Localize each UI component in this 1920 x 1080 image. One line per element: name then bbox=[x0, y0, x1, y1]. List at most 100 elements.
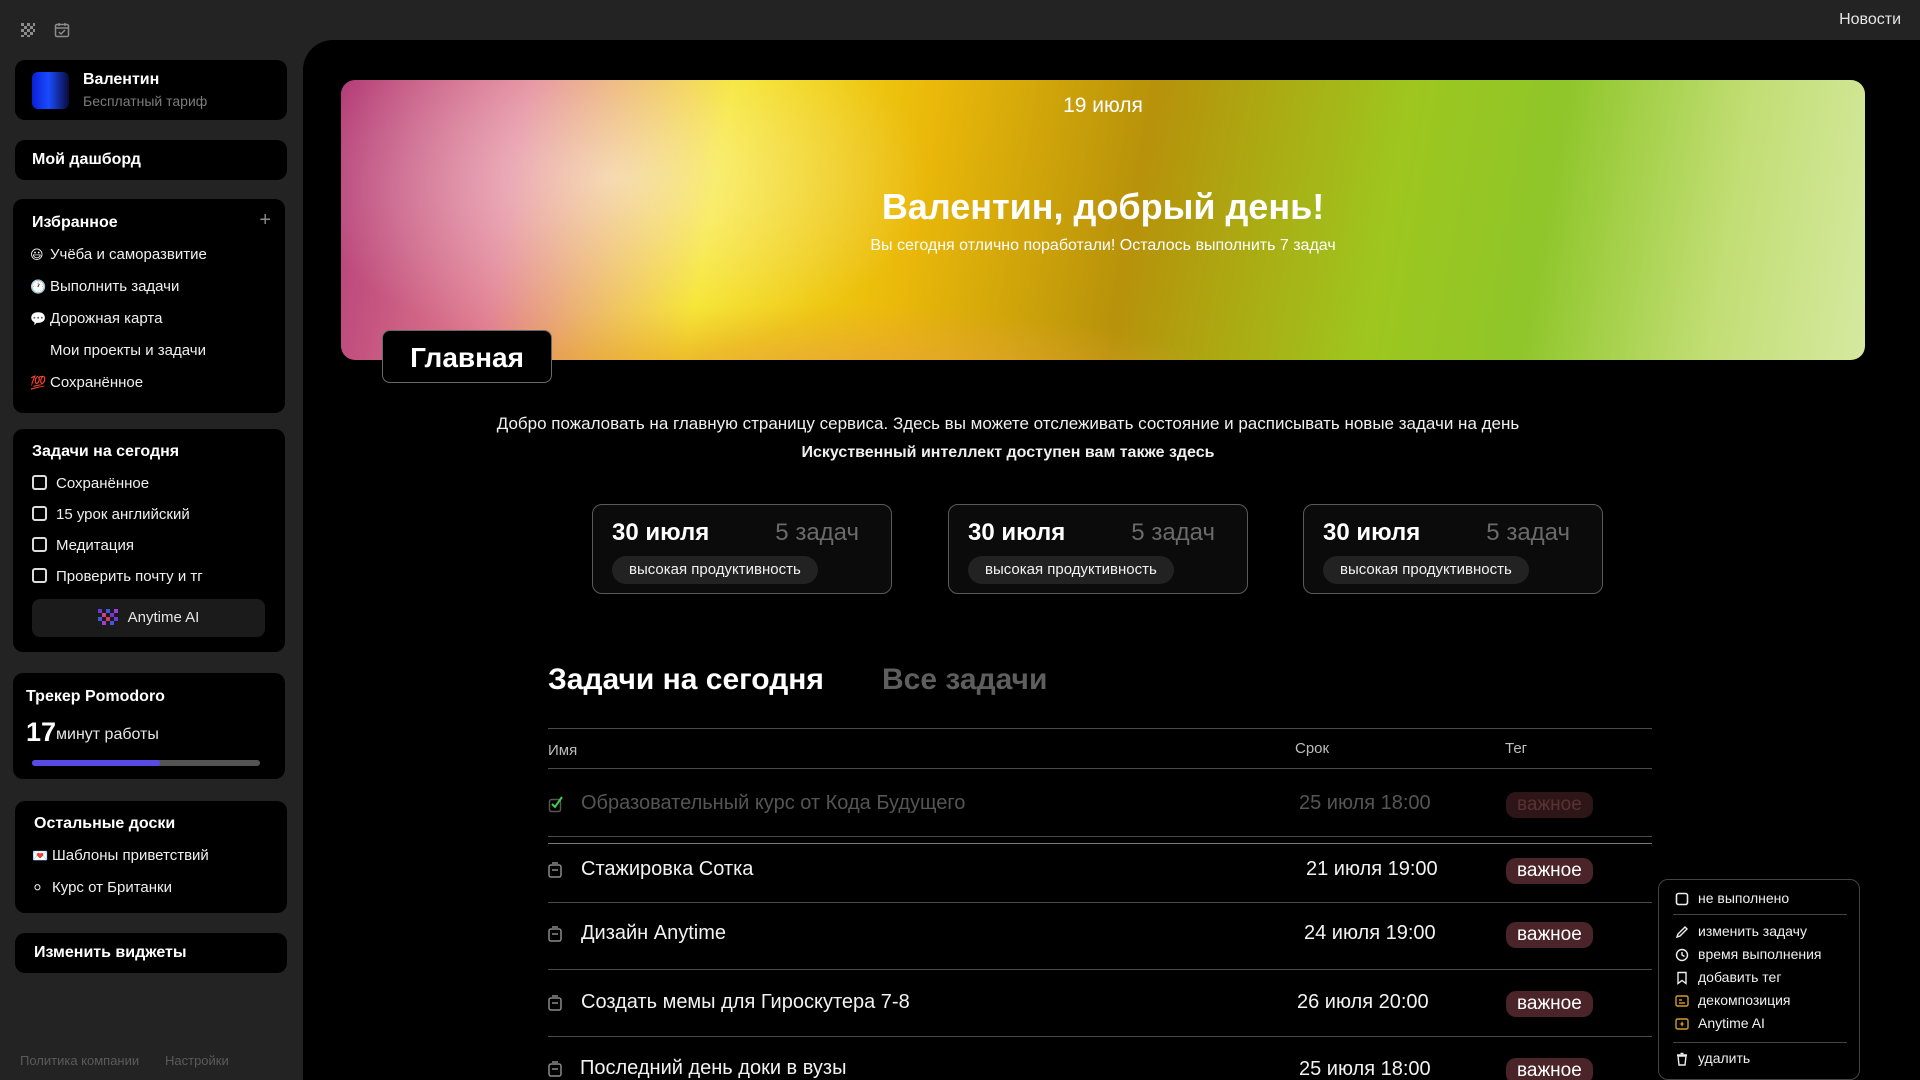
task-name: Дизайн Anytime bbox=[581, 922, 727, 944]
task-deadline: 24 июля 19:00 bbox=[1304, 922, 1436, 944]
task-tag[interactable]: важное bbox=[1506, 1058, 1593, 1080]
checkbox-icon bbox=[1675, 892, 1689, 906]
task-deadline: 25 июля 18:00 bbox=[1299, 1058, 1431, 1080]
task-name: Стажировка Сотка bbox=[581, 858, 754, 880]
row-divider bbox=[548, 902, 1652, 903]
hero-date: 19 июля bbox=[1063, 94, 1143, 117]
grid-icon[interactable] bbox=[20, 22, 36, 38]
news-link[interactable]: Новости bbox=[1839, 11, 1901, 29]
pomodoro-unit: минут работы bbox=[56, 726, 159, 743]
task-deadline: 26 июля 20:00 bbox=[1297, 991, 1429, 1013]
add-favorite-button[interactable]: + bbox=[259, 209, 271, 232]
checkbox[interactable] bbox=[32, 506, 47, 521]
column-header-name: Имя bbox=[548, 742, 578, 759]
task-context-menu: не выполнено изменить задачу время выпол… bbox=[1658, 879, 1860, 1080]
favorite-item-label: Мои проекты и задачи bbox=[50, 342, 206, 359]
menu-item-label: добавить тег bbox=[1698, 969, 1782, 985]
task-status-icon[interactable] bbox=[548, 995, 562, 1011]
board-item-label: Шаблоны приветствий bbox=[52, 847, 209, 864]
task-tag[interactable]: важное bbox=[1506, 858, 1593, 884]
today-tasks-card: Задачи на сегодня Сохранённое 15 урок ан… bbox=[13, 429, 285, 652]
stat-date: 30 июля bbox=[612, 519, 710, 546]
board-item[interactable]: ⚪ Курс от Британки bbox=[32, 879, 172, 896]
task-status-icon[interactable] bbox=[548, 862, 562, 878]
speech-bubble-icon: 💬 bbox=[30, 311, 47, 326]
tab-all-tasks[interactable]: Все задачи bbox=[882, 663, 1047, 697]
today-task-label: 15 урок английский bbox=[56, 506, 190, 523]
my-dashboard-button[interactable]: Мой дашборд bbox=[15, 140, 287, 180]
favorite-item[interactable]: 💬 Дорожная карта bbox=[30, 310, 162, 327]
ai-note: Искуственный интеллект доступен вам такж… bbox=[801, 444, 1215, 461]
welcome-text: Добро пожаловать на главную страницу сер… bbox=[496, 414, 1520, 433]
favorite-item[interactable]: 💯 Сохранённое bbox=[30, 374, 143, 391]
my-dashboard-label: Мой дашборд bbox=[32, 151, 141, 168]
menu-item-anytime-ai[interactable]: Anytime AI bbox=[1675, 1015, 1765, 1031]
stat-card[interactable]: 30 июля 5 задач высокая продуктивность bbox=[1303, 504, 1603, 594]
menu-item-label: время выполнения bbox=[1698, 946, 1822, 962]
menu-item-add-tag[interactable]: добавить тег bbox=[1675, 969, 1781, 985]
task-name: Последний день доки в вузы bbox=[580, 1057, 847, 1079]
today-task-label: Проверить почту и тг bbox=[56, 568, 203, 585]
pomodoro-progress-fill bbox=[32, 760, 160, 766]
clock-icon: 🕐 bbox=[30, 279, 47, 294]
today-task-label: Сохранённое bbox=[56, 475, 150, 492]
task-tag[interactable]: важное bbox=[1506, 792, 1593, 818]
favorite-item-label: Сохранённое bbox=[50, 374, 144, 391]
tab-today-tasks[interactable]: Задачи на сегодня bbox=[548, 663, 824, 697]
hero-subtitle: Вы сегодня отлично поработали! Осталось … bbox=[870, 237, 1336, 254]
favorite-item[interactable]: Мои проекты и задачи bbox=[30, 342, 206, 359]
stat-count: 5 задач bbox=[1131, 519, 1215, 546]
clock-icon bbox=[1675, 948, 1689, 962]
today-task-item[interactable]: Проверить почту и тг bbox=[32, 568, 203, 585]
menu-item-time[interactable]: время выполнения bbox=[1675, 946, 1821, 962]
today-task-item[interactable]: Медитация bbox=[32, 537, 134, 554]
menu-item-decompose[interactable]: декомпозиция bbox=[1675, 992, 1791, 1008]
menu-item-delete[interactable]: удалить bbox=[1675, 1050, 1750, 1066]
white-circle-icon: ⚪ bbox=[32, 880, 43, 895]
profile-card[interactable]: Валентин Бесплатный тариф bbox=[15, 60, 287, 120]
change-widgets-button[interactable]: Изменить виджеты bbox=[15, 933, 287, 973]
task-name: Образовательный курс от Кода Будущего bbox=[581, 792, 966, 814]
company-policy-link[interactable]: Политика компании bbox=[20, 1053, 139, 1068]
profile-plan: Бесплатный тариф bbox=[83, 93, 208, 109]
board-item[interactable]: 💌 Шаблоны приветствий bbox=[32, 847, 209, 864]
row-divider bbox=[548, 1036, 1652, 1037]
calendar-icon[interactable] bbox=[54, 22, 70, 38]
anytime-ai-button[interactable]: Anytime AI bbox=[32, 599, 265, 637]
stat-card[interactable]: 30 июля 5 задач высокая продуктивность bbox=[592, 504, 892, 594]
trash-icon bbox=[1677, 1052, 1687, 1066]
checkbox[interactable] bbox=[32, 568, 47, 583]
today-tasks-title: Задачи на сегодня bbox=[32, 443, 180, 460]
task-tag[interactable]: важное bbox=[1506, 991, 1593, 1017]
table-divider bbox=[548, 728, 1652, 729]
favorite-item-label: Дорожная карта bbox=[50, 310, 163, 327]
stat-date: 30 июля bbox=[1323, 519, 1421, 546]
task-status-icon[interactable] bbox=[548, 1061, 562, 1077]
checkbox[interactable] bbox=[32, 475, 47, 490]
favorite-item[interactable]: 🕐 Выполнить задачи bbox=[30, 278, 179, 295]
pomodoro-progress-bar bbox=[32, 760, 260, 766]
other-boards-title: Остальные доски bbox=[34, 815, 176, 832]
stat-label: высокая продуктивность bbox=[968, 556, 1174, 584]
menu-item-edit[interactable]: изменить задачу bbox=[1675, 923, 1807, 939]
profile-name: Валентин bbox=[83, 71, 160, 88]
stat-card[interactable]: 30 июля 5 задач высокая продуктивность bbox=[948, 504, 1248, 594]
row-divider bbox=[548, 969, 1652, 970]
menu-item-label: Anytime AI bbox=[1698, 1015, 1765, 1031]
today-task-item[interactable]: 15 урок английский bbox=[32, 506, 190, 523]
today-task-item[interactable]: Сохранённое bbox=[32, 475, 149, 492]
column-header-deadline: Срок bbox=[1295, 740, 1330, 757]
menu-divider bbox=[1673, 914, 1847, 915]
task-status-icon[interactable] bbox=[548, 926, 562, 942]
menu-item-not-done[interactable]: не выполнено bbox=[1675, 890, 1789, 906]
pomodoro-value: 17 bbox=[26, 717, 57, 747]
top-bar: Новости bbox=[0, 0, 1920, 40]
task-tag[interactable]: важное bbox=[1506, 922, 1593, 948]
favorite-item[interactable]: 😃 Учёба и саморазвитие bbox=[30, 246, 207, 263]
table-divider bbox=[548, 768, 1652, 769]
settings-link[interactable]: Настройки bbox=[165, 1053, 229, 1068]
checkmark-icon[interactable] bbox=[548, 795, 563, 813]
avatar bbox=[32, 72, 69, 109]
checkbox[interactable] bbox=[32, 537, 47, 552]
menu-divider bbox=[1673, 1042, 1847, 1043]
